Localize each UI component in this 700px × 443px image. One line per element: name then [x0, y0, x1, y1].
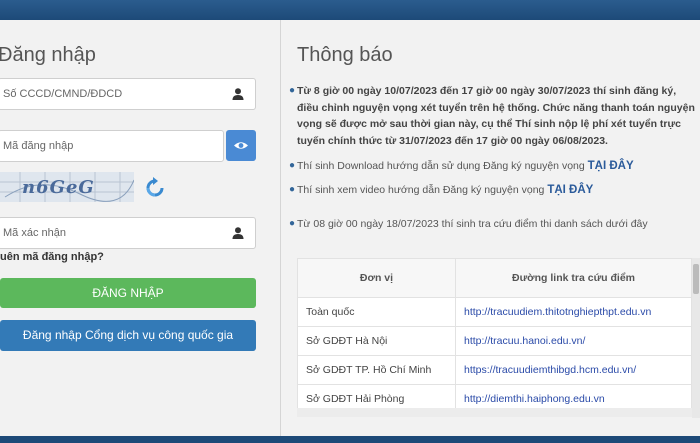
user-icon [232, 88, 244, 100]
table-header-row: Đơn vị Đường link tra cứu điểm [297, 258, 692, 298]
column-header-unit: Đơn vị [297, 258, 456, 298]
lookup-link[interactable]: https://tracuudiemthibgd.hcm.edu.vn/ [455, 355, 692, 385]
bullet-icon: ● [289, 218, 296, 229]
captcha-image: n6GeG [0, 172, 134, 202]
unit-cell: Sở GDĐT Hà Nội [297, 326, 456, 356]
score-lookup-table: Đơn vị Đường link tra cứu điểm Toàn quốc… [297, 258, 692, 414]
table-row: Sở GDĐT TP. Hồ Chí Minh https://tracuudi… [297, 355, 692, 385]
notice-title: Thông báo [297, 44, 393, 66]
download-guide-link[interactable]: TẠI ĐÂY [588, 160, 634, 172]
scrollbar-thumb[interactable] [693, 264, 699, 294]
forgot-code-link[interactable]: uên mã đăng nhập? [0, 251, 104, 263]
user-icon [232, 227, 244, 239]
login-code-placeholder: Mã đăng nhập [3, 140, 74, 152]
notice-item-score-lookup: ● Từ 08 giờ 00 ngày 18/07/2023 thí sinh … [289, 216, 697, 233]
video-guide-link[interactable]: TẠI ĐÂY [547, 184, 593, 196]
login-button[interactable]: ĐĂNG NHẬP [0, 278, 256, 308]
login-code-input[interactable]: Mã đăng nhập [0, 130, 224, 162]
column-header-link: Đường link tra cứu điểm [455, 258, 692, 298]
table-row: Sở GDĐT Hà Nội http://tracuu.hanoi.edu.v… [297, 326, 692, 356]
bottom-bar [0, 436, 700, 443]
national-portal-login-button[interactable]: Đăng nhập Cổng dịch vụ công quốc gia [0, 320, 256, 351]
captcha-text: n6GeG [22, 177, 95, 198]
unit-cell: Toàn quốc [297, 297, 456, 327]
verify-code-placeholder: Mã xác nhận [3, 227, 66, 239]
bullet-icon: ● [289, 160, 296, 171]
eye-icon [234, 142, 248, 149]
table-row: Toàn quốc http://tracuudiem.thitotnghiep… [297, 297, 692, 327]
login-title: Đăng nhập [0, 44, 96, 66]
notice-item-download: ● Thí sinh Download hướng dẫn sử dụng Đă… [289, 158, 697, 175]
verify-code-input[interactable]: Mã xác nhận [0, 217, 256, 249]
table-vertical-scrollbar[interactable] [692, 258, 700, 418]
bullet-icon: ● [289, 184, 296, 195]
top-header-bar [0, 0, 700, 20]
bullet-icon: ● [289, 85, 296, 96]
notice-item-video: ● Thí sinh xem video hướng dẫn Đăng ký n… [289, 182, 697, 199]
show-password-button[interactable] [226, 130, 256, 161]
table-horizontal-scrollbar[interactable] [297, 408, 692, 417]
id-number-placeholder: Số CCCD/CMND/ĐDCD [3, 88, 123, 100]
lookup-link[interactable]: http://tracuudiem.thitotnghiepthpt.edu.v… [455, 297, 692, 327]
refresh-icon[interactable] [143, 176, 167, 200]
unit-cell: Sở GDĐT TP. Hồ Chí Minh [297, 355, 456, 385]
id-number-input[interactable]: Số CCCD/CMND/ĐDCD [0, 78, 256, 110]
notice-item-registration: ● Từ 8 giờ 00 ngày 10/07/2023 đến 17 giờ… [289, 85, 695, 147]
lookup-link[interactable]: http://tracuu.hanoi.edu.vn/ [455, 326, 692, 356]
